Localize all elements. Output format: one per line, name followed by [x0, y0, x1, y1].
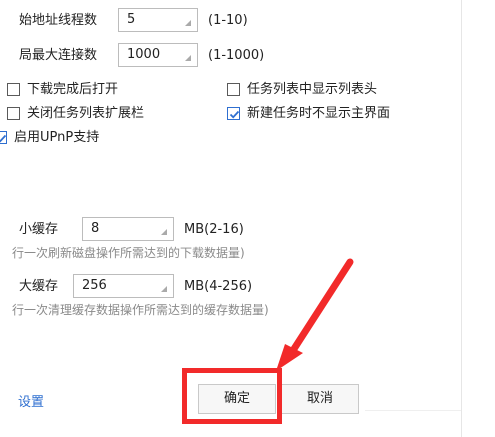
stepper-arrow-icon[interactable]: [161, 229, 167, 235]
checkmark-icon: [229, 110, 240, 119]
thread-count-label: 始地址线程数: [19, 13, 98, 28]
dialog-right-border: [461, 0, 462, 437]
no-main-on-new-task-checkbox[interactable]: [227, 107, 240, 120]
stepper-arrow-icon[interactable]: [185, 20, 191, 26]
max-connections-value: 1000: [127, 47, 161, 62]
checkmark-icon: [0, 134, 7, 143]
max-cache-stepper[interactable]: 256: [73, 274, 174, 298]
min-cache-label: 小缓存: [19, 222, 59, 237]
cancel-button[interactable]: 取消: [281, 384, 359, 414]
open-after-download-checkbox[interactable]: [7, 83, 20, 96]
thread-count-stepper[interactable]: 5: [118, 8, 198, 32]
annotation-highlight-box: [182, 368, 282, 424]
open-after-download-label: 下载完成后打开: [27, 82, 119, 97]
max-cache-value: 256: [82, 278, 107, 293]
max-connections-range: (1-1000): [208, 48, 265, 63]
close-list-extension-checkbox[interactable]: [7, 107, 20, 120]
stepper-arrow-icon[interactable]: [185, 55, 191, 61]
stepper-arrow-icon[interactable]: [161, 286, 167, 292]
enable-upnp-label: 启用UPnP支持: [14, 130, 100, 145]
enable-upnp-checkbox[interactable]: [0, 131, 7, 144]
thread-count-range: (1-10): [208, 13, 248, 28]
max-cache-range: MB(4-256): [184, 279, 253, 294]
max-connections-stepper[interactable]: 1000: [118, 43, 198, 67]
show-list-header-checkbox[interactable]: [227, 83, 240, 96]
max-cache-hint: 行一次清理缓存数据操作所需达到的缓存数据量): [12, 303, 269, 317]
settings-link[interactable]: 设置: [18, 395, 44, 411]
min-cache-range: MB(2-16): [184, 222, 244, 237]
close-list-extension-label: 关闭任务列表扩展栏: [27, 106, 145, 121]
min-cache-hint: 行一次刷新磁盘操作所需达到的下载数据量): [12, 246, 245, 260]
max-connections-label: 局最大连接数: [19, 48, 98, 63]
thread-count-value: 5: [127, 12, 136, 27]
footer-bottom-border: [365, 410, 461, 411]
no-main-on-new-task-label: 新建任务时不显示主界面: [247, 106, 391, 121]
max-cache-label: 大缓存: [19, 279, 59, 294]
show-list-header-label: 任务列表中显示列表头: [247, 82, 378, 97]
min-cache-value: 8: [91, 221, 100, 236]
min-cache-stepper[interactable]: 8: [82, 217, 174, 241]
